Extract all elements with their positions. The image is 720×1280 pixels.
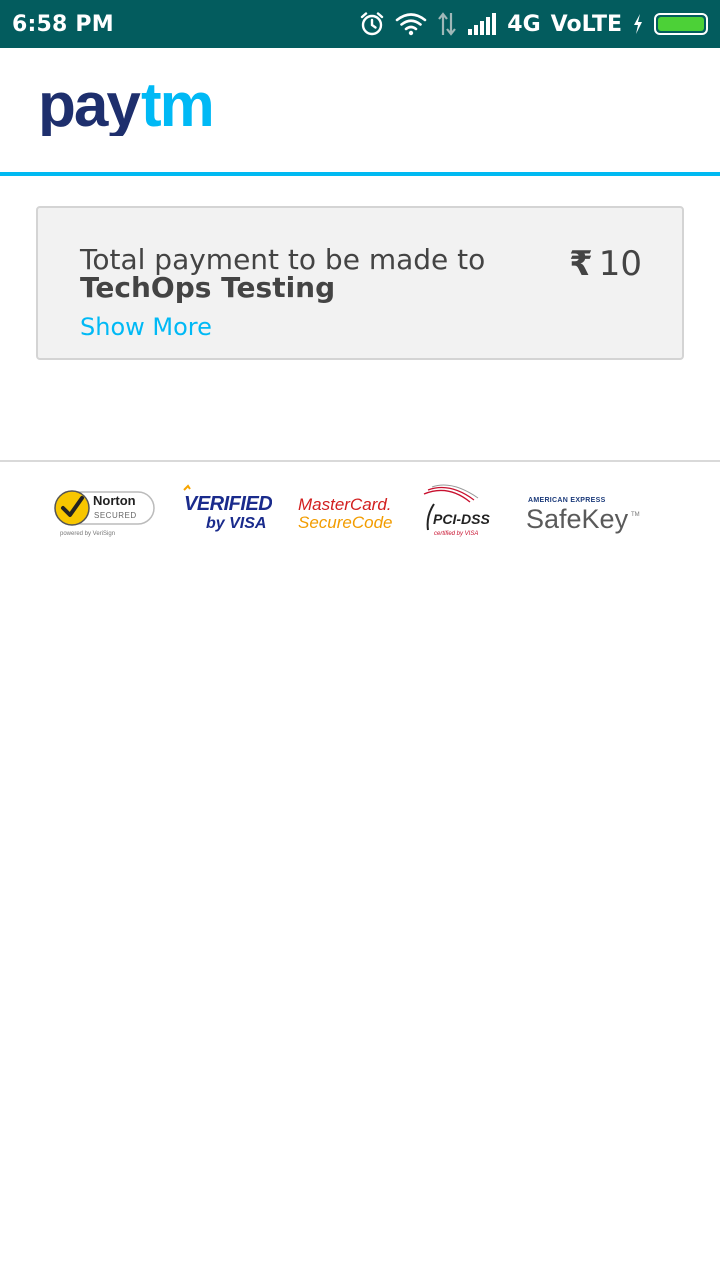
status-time: 6:58 PM <box>12 11 114 37</box>
mastercard-line1: MasterCard. <box>298 495 392 514</box>
norton-line1: Norton <box>93 493 136 508</box>
norton-line3: powered by VeriSign <box>60 531 115 537</box>
security-badges: Norton SECURED powered by VeriSign VERIF… <box>0 480 720 550</box>
logo-pay-text: pay <box>38 76 141 136</box>
wifi-icon <box>395 13 427 36</box>
payment-summary-card: Total payment to be made to TechOps Test… <box>36 206 684 360</box>
pci-line1: PCI-DSS <box>433 511 490 527</box>
amex-tm: TM <box>631 512 640 518</box>
amex-line2: SafeKey <box>526 504 629 534</box>
signal-icon <box>468 13 497 35</box>
show-more-link[interactable]: Show More <box>80 312 212 342</box>
header: pay tm <box>0 48 720 176</box>
alarm-icon <box>361 12 384 36</box>
norton-line2: SECURED <box>94 511 137 520</box>
visa-line2: by VISA <box>206 515 266 532</box>
mastercard-line2: SecureCode <box>298 513 392 532</box>
pci-dss-badge: PCI-DSS certified by VISA <box>423 484 490 537</box>
rupee-icon: ₹ <box>569 244 593 284</box>
divider <box>0 460 720 462</box>
payment-amount: ₹ 10 <box>569 244 642 284</box>
visa-line1: VERIFIED <box>184 493 272 515</box>
status-icons: 4G VoLTE <box>359 11 708 37</box>
status-bar: 6:58 PM 4G VoLTE <box>0 0 720 48</box>
norton-secured-badge: Norton SECURED powered by VeriSign <box>54 490 155 537</box>
mastercard-securecode-badge: MasterCard. SecureCode <box>298 495 392 532</box>
amex-safekey-badge: AMERICAN EXPRESS SafeKey TM <box>526 497 640 534</box>
charging-icon <box>634 14 642 34</box>
paytm-logo: pay tm <box>38 76 215 136</box>
battery-icon <box>654 13 708 35</box>
data-transfer-icon <box>438 12 457 36</box>
amex-line1: AMERICAN EXPRESS <box>528 497 606 504</box>
network-type: 4G <box>507 11 541 37</box>
merchant-name: TechOps Testing <box>80 271 336 304</box>
battery-level <box>658 17 704 31</box>
amount-value: 10 <box>598 244 642 284</box>
verified-by-visa-badge: VERIFIED by VISA <box>183 484 272 532</box>
pci-line2: certified by VISA <box>434 531 478 537</box>
volte-label: VoLTE <box>550 11 622 37</box>
logo-tm-text: tm <box>141 76 213 136</box>
